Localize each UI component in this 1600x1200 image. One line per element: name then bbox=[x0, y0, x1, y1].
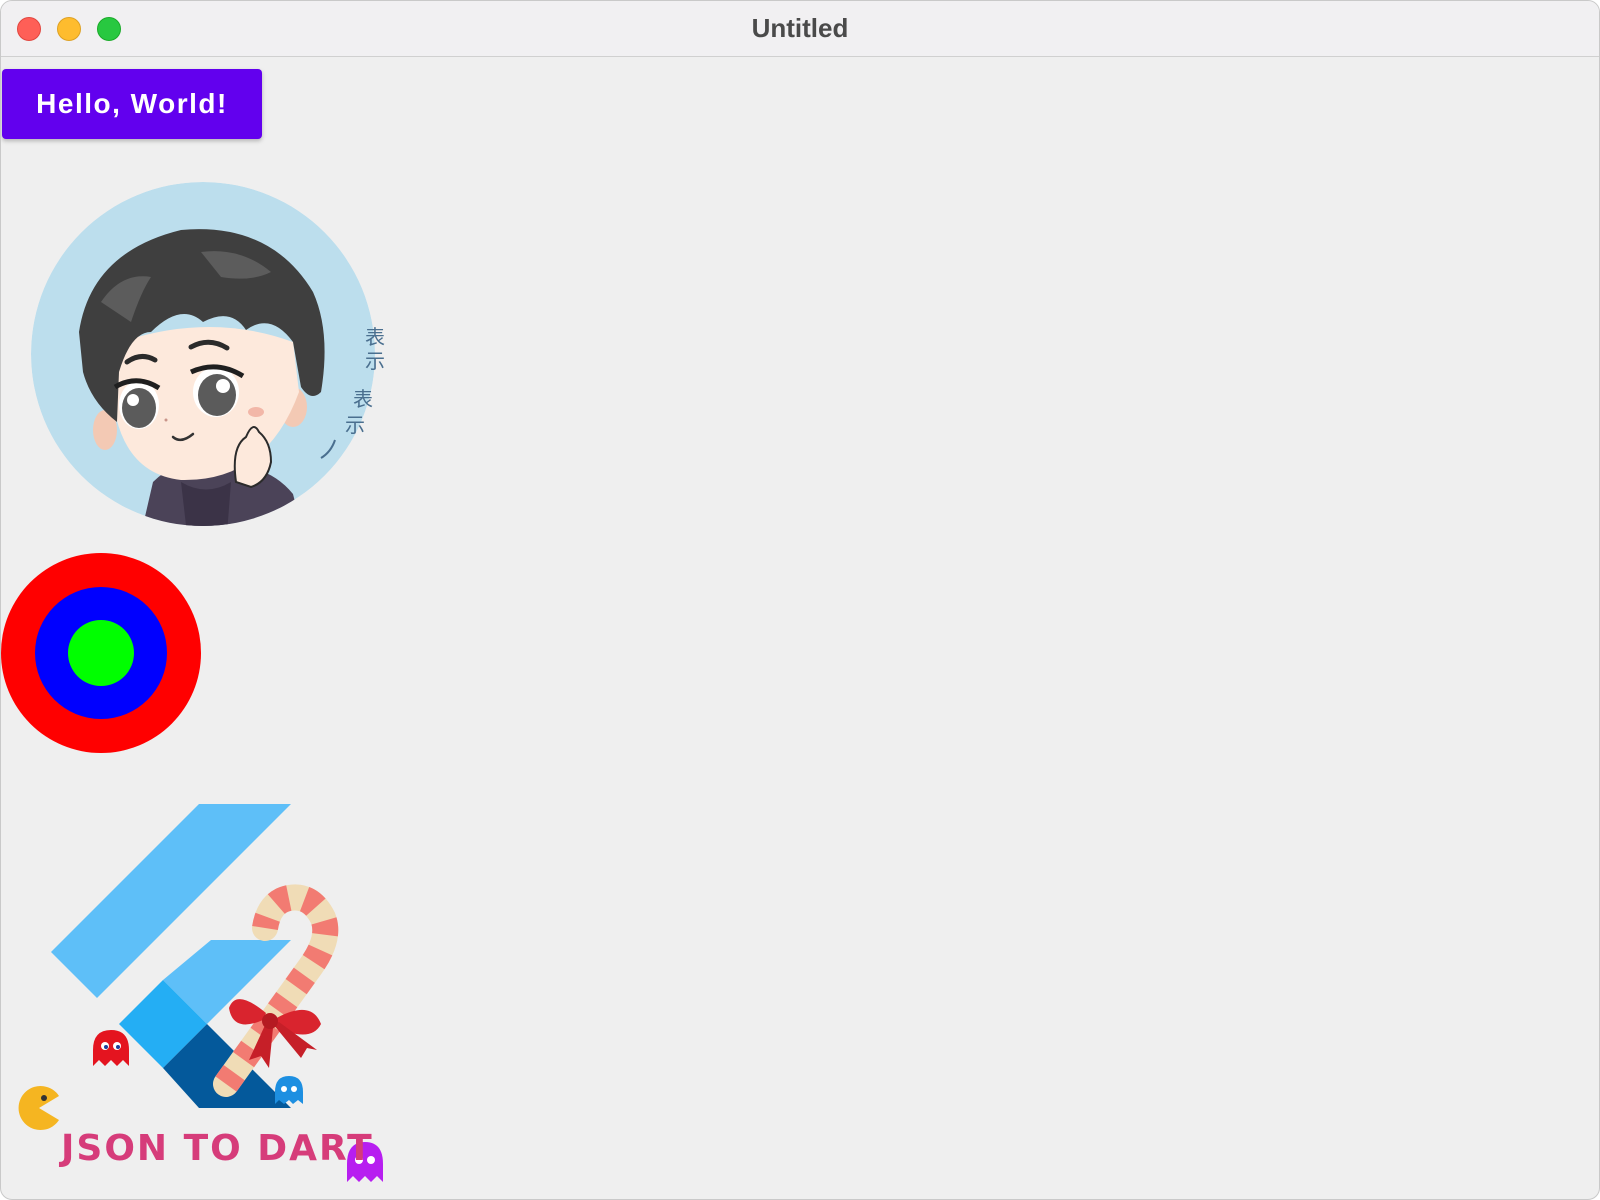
window-title: Untitled bbox=[751, 13, 849, 43]
svg-text:表: 表 bbox=[365, 325, 385, 349]
main-content: Hello, World! 表 示 表 示 JSON TO DART bbox=[1, 58, 1599, 1199]
app-window: Untitled Hello, World! 表 示 表 示 JSON TO D… bbox=[0, 0, 1600, 1200]
concentric-circles-graphic bbox=[1, 553, 201, 753]
svg-text:示: 示 bbox=[345, 413, 365, 437]
json-to-dart-logo: JSON TO DART bbox=[18, 804, 383, 1182]
avatar-image: 表 示 表 示 bbox=[31, 182, 385, 526]
svg-text:表: 表 bbox=[353, 387, 373, 411]
svg-text:示: 示 bbox=[365, 349, 385, 373]
title-bar[interactable]: Untitled bbox=[1, 1, 1599, 57]
logo-text: JSON TO DART bbox=[58, 1128, 374, 1169]
inner-green-dot bbox=[68, 620, 134, 686]
hello-world-button[interactable]: Hello, World! bbox=[2, 69, 262, 139]
